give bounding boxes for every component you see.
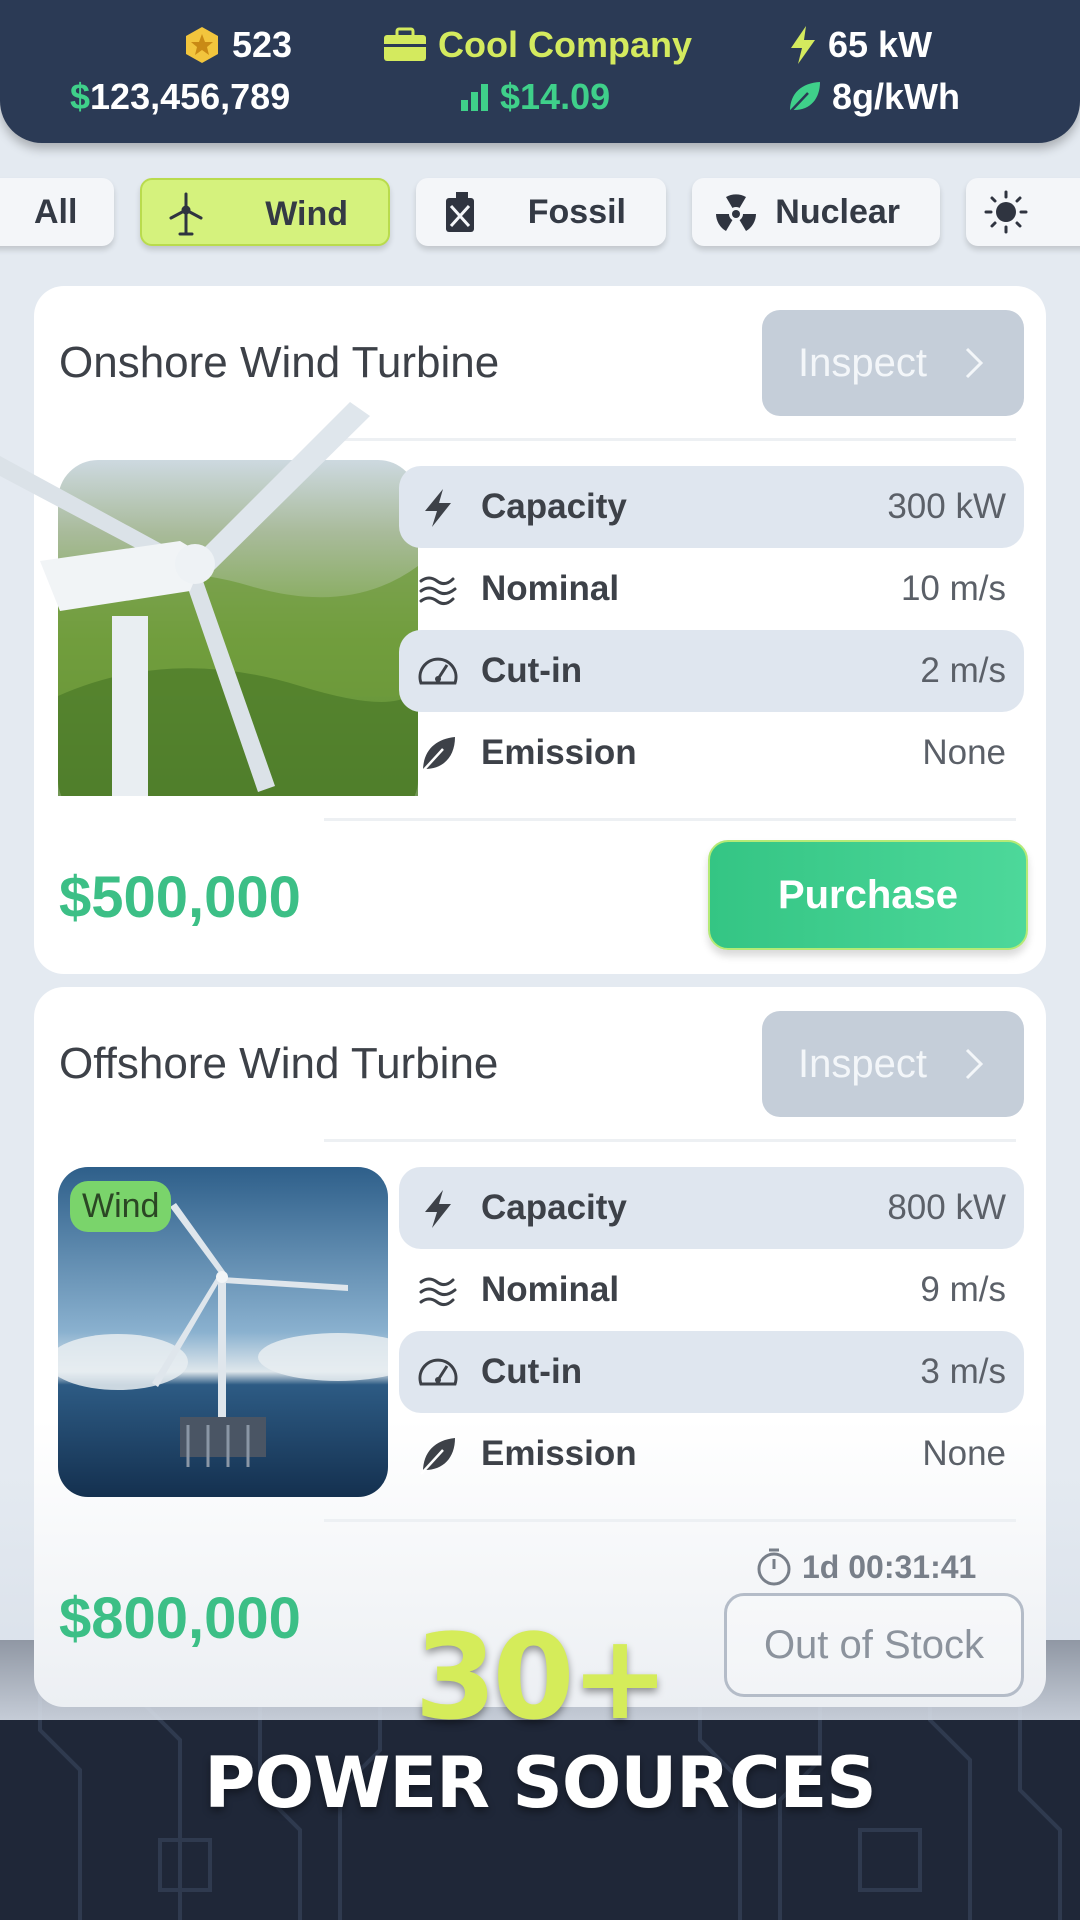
card-divider	[324, 1519, 1016, 1522]
power-stat: 65 kW	[788, 24, 932, 66]
filter-all[interactable]: All	[0, 178, 114, 246]
leaf-icon	[789, 82, 820, 113]
stat-label: Capacity	[481, 1188, 627, 1227]
gem-badge-icon	[186, 27, 218, 63]
company-name: Cool Company	[438, 24, 693, 65]
filter-fossil-label: Fossil	[527, 193, 626, 231]
filter-nuclear[interactable]: Nuclear	[692, 178, 940, 246]
radiation-icon	[716, 194, 756, 231]
offshore-turbine-image: Wind	[58, 1167, 388, 1497]
wind-turbine-icon	[169, 192, 203, 236]
speedometer-icon	[418, 657, 458, 685]
money-value: 123,456,789	[90, 76, 291, 117]
leaf-icon	[420, 737, 455, 774]
stat-cutin: Cut-in 2 m/s	[399, 630, 1024, 712]
inspect-label: Inspect	[798, 340, 927, 385]
emission-value: 8g/kWh	[832, 76, 961, 117]
stat-value: 800 kW	[887, 1188, 1006, 1227]
bar-chart-icon	[461, 84, 488, 111]
stat-nominal: Nominal 9 m/s	[399, 1249, 1024, 1331]
inspect-button[interactable]: Inspect	[762, 310, 1024, 416]
stats-list: Capacity 300 kW Nominal 10 m/s Cut-in 2 …	[399, 466, 1024, 794]
card-title: Onshore Wind Turbine	[59, 338, 500, 387]
onshore-turbine-image	[0, 402, 420, 796]
category-tag: Wind	[70, 1181, 172, 1232]
card-title: Offshore Wind Turbine	[59, 1039, 499, 1088]
speedometer-icon	[418, 1358, 458, 1386]
money-stat: $123,456,789	[70, 76, 290, 118]
stat-value: 9 m/s	[920, 1270, 1006, 1309]
sun-icon	[984, 190, 1028, 234]
stat-value: 2 m/s	[920, 651, 1006, 690]
stat-cutin: Cut-in 3 m/s	[399, 1331, 1024, 1413]
emission-stat: 8g/kWh	[786, 76, 960, 118]
inspect-label: Inspect	[798, 1041, 927, 1086]
filter-wind-label: Wind	[265, 195, 348, 233]
share-price-value: $14.09	[500, 76, 611, 117]
stat-label: Capacity	[481, 487, 627, 526]
stat-value: 3 m/s	[920, 1352, 1006, 1391]
card-divider	[324, 438, 1016, 441]
stat-nominal: Nominal 10 m/s	[399, 548, 1024, 630]
stat-label: Emission	[481, 1434, 637, 1473]
stat-label: Nominal	[481, 1270, 620, 1309]
fuel-can-icon	[446, 192, 474, 232]
stat-label: Emission	[481, 733, 637, 772]
price: $500,000	[59, 865, 301, 930]
filter-fossil[interactable]: Fossil	[416, 178, 666, 246]
lightning-icon	[425, 1190, 451, 1228]
category-filter-bar: All Wind Fossil Nuclear	[0, 178, 1080, 250]
card-divider	[324, 1139, 1016, 1142]
stats-list: Capacity 800 kW Nominal 9 m/s Cut-in 3 m…	[399, 1167, 1024, 1495]
card-divider	[324, 818, 1016, 821]
stat-value: None	[922, 733, 1006, 772]
company-name-stat[interactable]: Cool Company	[382, 24, 692, 66]
filter-wind[interactable]: Wind	[140, 178, 390, 246]
lightning-icon	[791, 26, 815, 64]
dollar-sign-icon: $	[70, 76, 91, 117]
stat-emission: Emission None	[399, 712, 1024, 794]
stat-emission: Emission None	[399, 1413, 1024, 1495]
power-value: 65 kW	[828, 24, 933, 65]
lightning-icon	[425, 489, 451, 527]
share-price-stat: $14.09	[460, 76, 610, 118]
stat-label: Cut-in	[481, 651, 583, 690]
briefcase-icon	[384, 27, 426, 61]
stat-capacity: Capacity 800 kW	[399, 1167, 1024, 1249]
leaf-icon	[420, 1438, 455, 1475]
filter-nuclear-label: Nuclear	[775, 193, 900, 231]
filter-solar[interactable]	[966, 178, 1080, 246]
stat-value: 300 kW	[887, 487, 1006, 526]
timer-value: 1d 00:31:41	[802, 1548, 977, 1585]
stat-capacity: Capacity 300 kW	[399, 466, 1024, 548]
product-card-offshore: Offshore Wind Turbine Inspect Wind Capac…	[34, 987, 1046, 1707]
purchase-button[interactable]: Purchase	[708, 840, 1028, 950]
top-status-bar: 523 $123,456,789 Cool Company $14.09 65 …	[0, 0, 1080, 143]
chevron-right-icon	[965, 1048, 984, 1080]
stat-label: Cut-in	[481, 1352, 583, 1391]
promo-count: 30+	[414, 1608, 669, 1746]
wind-waves-icon	[419, 1277, 457, 1307]
product-card-onshore: Onshore Wind Turbine Inspect Capacity 30…	[0, 286, 1046, 974]
restock-timer: 1d 00:31:41	[754, 1547, 976, 1587]
gems-value: 523	[232, 24, 293, 65]
stat-value: None	[922, 1434, 1006, 1473]
stat-value: 10 m/s	[900, 569, 1006, 608]
gems-stat[interactable]: 523	[182, 24, 292, 66]
stopwatch-icon	[757, 1548, 791, 1586]
wind-waves-icon	[419, 576, 457, 606]
promo-subtitle: POWER SOURCES	[204, 1742, 876, 1824]
inspect-button[interactable]: Inspect	[762, 1011, 1024, 1117]
filter-all-label: All	[34, 193, 78, 231]
stat-label: Nominal	[481, 569, 620, 608]
chevron-right-icon	[965, 347, 984, 379]
